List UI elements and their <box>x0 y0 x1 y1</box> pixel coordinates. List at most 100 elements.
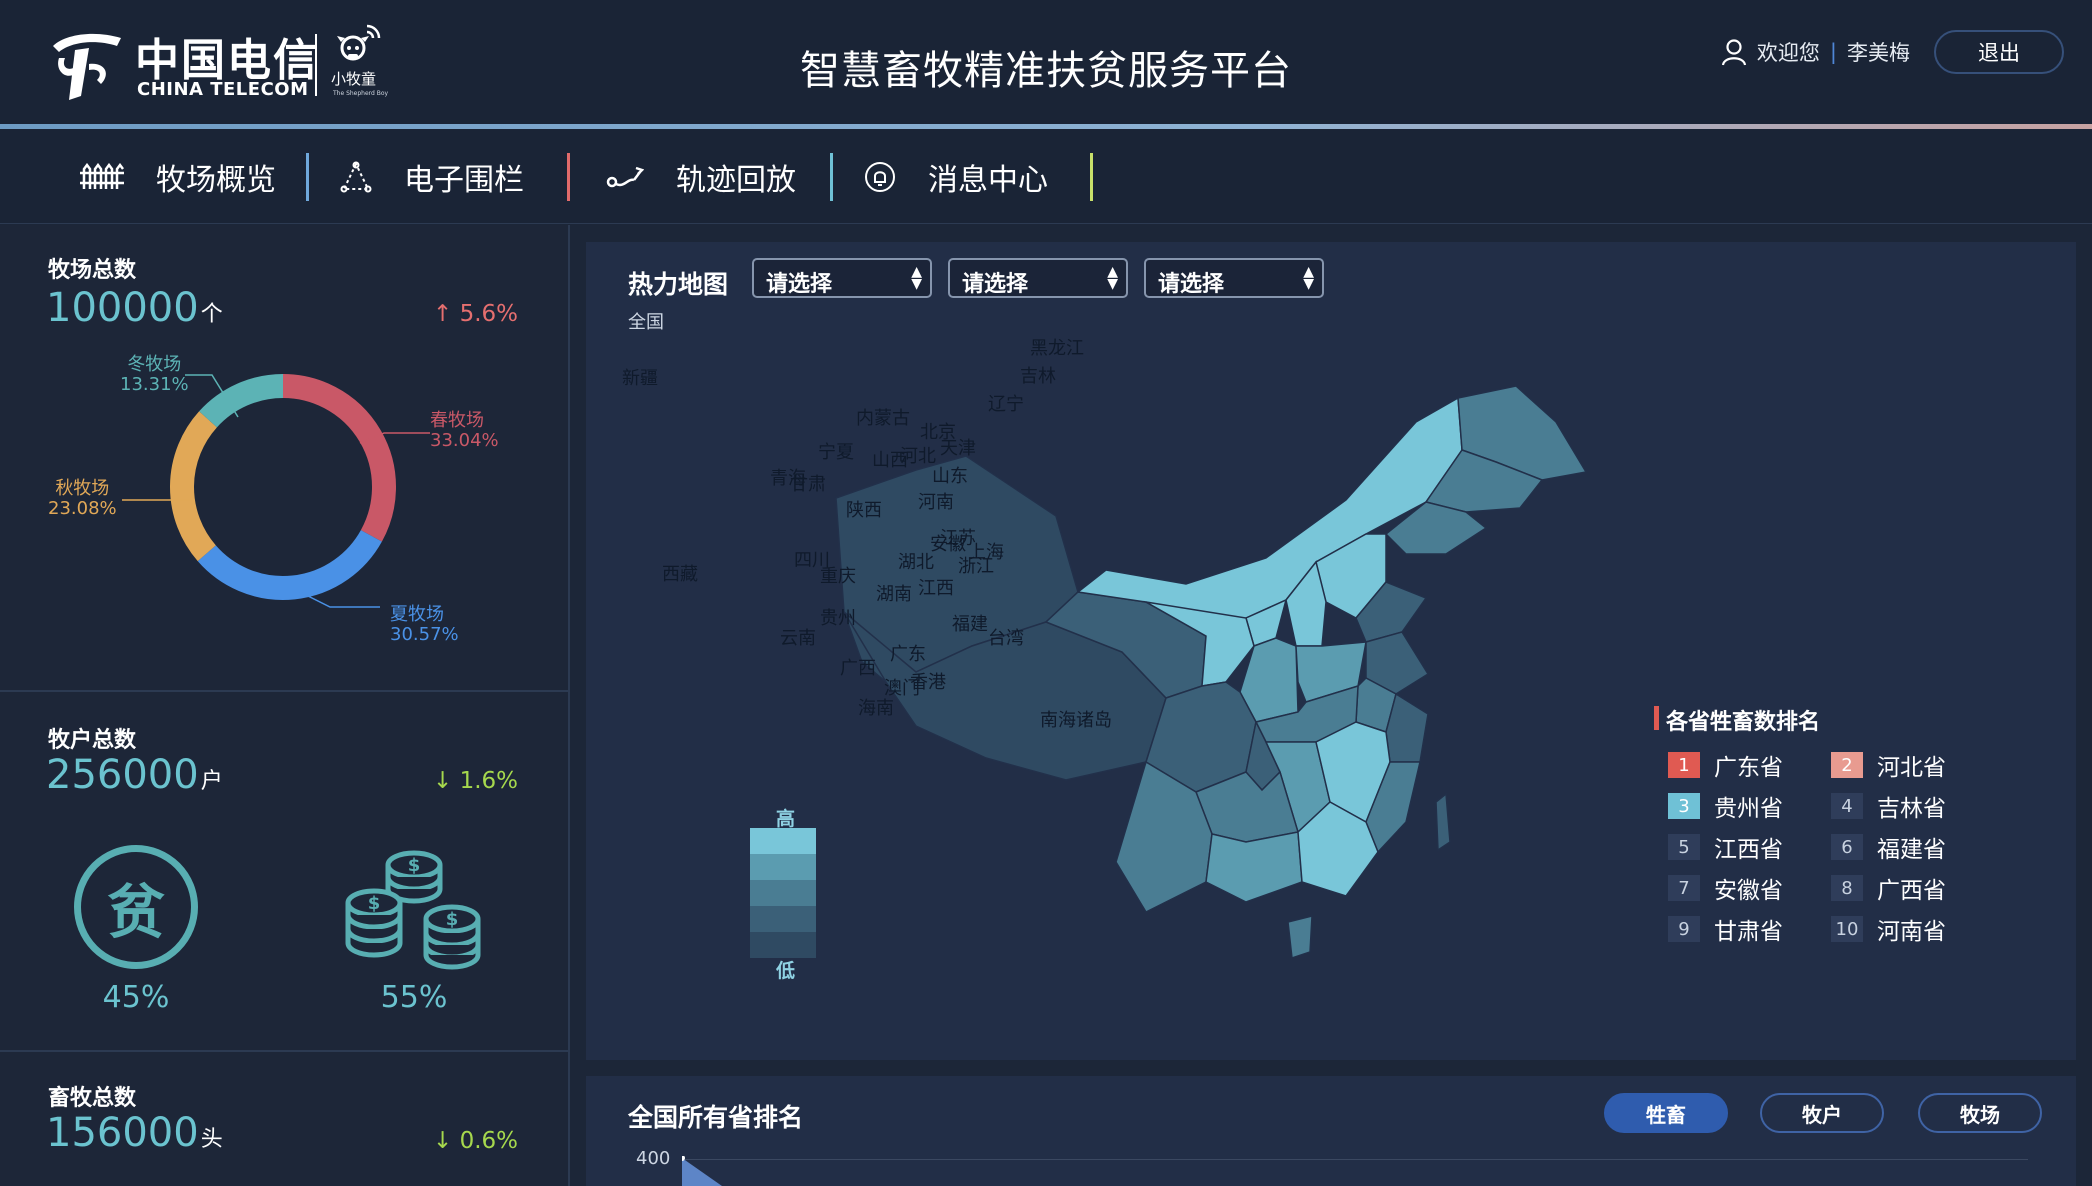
province-label: 福建 <box>952 614 988 635</box>
province-label: 宁夏 <box>818 442 854 463</box>
nav-separator <box>567 153 570 201</box>
track-icon <box>604 162 644 192</box>
main-nav: 牧场概览 电子围栏 轨迹回放 消息中心 <box>0 129 2092 224</box>
autumn-farm-label: 秋牧场 23.08% <box>48 478 117 519</box>
ranking-item: 7 安徽省 <box>1668 873 1783 904</box>
rank-badge: 5 <box>1668 834 1700 860</box>
donut-segment <box>170 411 218 562</box>
rank-province-name: 福建省 <box>1877 837 1946 863</box>
province-label: 重庆 <box>820 566 856 587</box>
winter-farm-label: 冬牧场 13.31% <box>120 354 189 395</box>
legend-low-label: 低 <box>776 960 796 982</box>
province-label: 湖北 <box>898 552 934 573</box>
ranking-item: 9 甘肃省 <box>1668 914 1783 945</box>
rank-badge: 2 <box>1831 752 1863 778</box>
province-label: 广西 <box>840 658 876 679</box>
svg-text:$: $ <box>408 855 421 876</box>
rank-badge: 9 <box>1668 916 1700 942</box>
donut-segment <box>197 529 382 600</box>
province-hainan <box>1287 915 1313 960</box>
province-label: 浙江 <box>958 556 994 577</box>
ranking-item: 5 江西省 <box>1668 832 1783 863</box>
nav-item-track-playback[interactable]: 轨迹回放 <box>604 129 796 224</box>
legend-swatch <box>750 932 816 958</box>
rank-badge: 4 <box>1831 793 1863 819</box>
legend-swatch <box>750 828 816 854</box>
geofence-icon <box>340 161 372 193</box>
rank-province-name: 安徽省 <box>1714 878 1783 904</box>
rich-percent: 55% <box>380 980 448 1015</box>
province-label: 西藏 <box>662 564 698 585</box>
legend-swatch <box>750 854 816 880</box>
farm-total-panel: 牧场总数 100000个 ↑ 5.6% 冬牧场 13.31% 春牧场 33.04% … <box>0 225 568 692</box>
province-label: 山西 <box>872 450 908 471</box>
livestock-total-label: 畜牧总数 <box>48 1086 137 1111</box>
herder-total-label: 牧户总数 <box>48 728 137 753</box>
province-label: 天津 <box>940 438 976 459</box>
herder-trend: ↓ 1.6% <box>432 768 518 794</box>
heat-map-title: 热力地图 <box>628 270 729 299</box>
spring-farm-label: 春牧场 33.04% <box>430 410 499 451</box>
tab-herders[interactable]: 牧户 <box>1760 1093 1884 1133</box>
livestock-trend: ↓ 0.6% <box>432 1128 518 1154</box>
legend-high-label: 高 <box>776 808 796 830</box>
svg-text:$: $ <box>446 909 459 930</box>
rank-province-name: 吉林省 <box>1877 796 1946 822</box>
legend-swatch <box>750 880 816 906</box>
rank-badge: 3 <box>1668 793 1700 819</box>
farm-trend: ↑ 5.6% <box>432 301 518 327</box>
ranking-area-start <box>682 1156 722 1186</box>
svg-text:$: $ <box>368 893 381 914</box>
heat-legend <box>750 828 816 958</box>
province-label: 台湾 <box>988 628 1024 649</box>
rank-province-name: 河北省 <box>1877 755 1946 781</box>
nav-separator <box>1090 153 1093 201</box>
rank-province-name: 甘肃省 <box>1714 919 1783 945</box>
region-select-3[interactable]: 请选择 ▲ ▼ <box>1144 258 1324 298</box>
province-label: 山东 <box>932 466 968 487</box>
rank-badge: 6 <box>1831 834 1863 860</box>
province-label: 陕西 <box>846 500 882 521</box>
y-axis-tick: 400 <box>636 1148 671 1169</box>
axis-line <box>682 1159 2028 1160</box>
rank-province-name: 河南省 <box>1877 919 1946 945</box>
province-label: 江西 <box>918 578 954 599</box>
region-select-1[interactable]: 请选择 ▲ ▼ <box>752 258 932 298</box>
province-label: 广东 <box>890 644 926 665</box>
livestock-total-panel: 畜牧总数 156000头 ↓ 0.6% <box>0 1052 568 1186</box>
poor-percent: 45% <box>102 980 170 1015</box>
nav-item-message-center[interactable]: 消息中心 <box>864 129 1048 224</box>
summer-farm-label: 夏牧场 30.57% <box>390 604 459 645</box>
rank-badge: 1 <box>1668 752 1700 778</box>
rank-province-name: 广西省 <box>1877 878 1946 904</box>
fence-icon <box>80 162 124 191</box>
province-label: 南海诸岛 <box>1040 710 1112 731</box>
province-label: 云南 <box>780 628 816 649</box>
ranking-item: 2 河北省 <box>1831 750 1946 781</box>
heat-map-card: 热力地图 请选择 ▲ ▼ 请选择 ▲ ▼ 请选择 ▲ ▼ 全国 黑龙江 吉林 辽… <box>586 242 2076 1060</box>
user-icon <box>1721 39 1747 66</box>
nav-label: 消息中心 <box>928 162 1048 198</box>
province-label: 黑龙江 <box>1030 338 1084 359</box>
tab-farms[interactable]: 牧场 <box>1918 1093 2042 1133</box>
ranking-item: 10 河南省 <box>1831 914 1946 945</box>
province-label: 河南 <box>918 492 954 513</box>
nav-label: 轨迹回放 <box>676 162 796 198</box>
province-label: 贵州 <box>820 608 856 629</box>
province-taiwan <box>1435 792 1451 852</box>
logout-button[interactable]: 退出 <box>1934 30 2064 74</box>
province-ranking-card-title: 全国所有省排名 <box>628 1103 804 1132</box>
nav-separator <box>306 153 309 201</box>
nav-item-farm-overview[interactable]: 牧场概览 <box>80 129 276 224</box>
region-select-2[interactable]: 请选择 ▲ ▼ <box>948 258 1128 298</box>
poverty-icon: 贫 <box>74 845 198 969</box>
nav-item-geofence[interactable]: 电子围栏 <box>340 129 524 224</box>
legend-swatch <box>750 906 816 932</box>
province-label: 海南 <box>858 698 894 719</box>
ranking-item: 3 贵州省 <box>1668 791 1783 822</box>
tab-livestock[interactable]: 牲畜 <box>1604 1093 1728 1133</box>
livestock-total-value: 156000头 <box>46 1110 223 1156</box>
ranking-item: 6 福建省 <box>1831 832 1946 863</box>
province-label: 湖南 <box>876 584 912 605</box>
bell-icon <box>864 161 896 193</box>
